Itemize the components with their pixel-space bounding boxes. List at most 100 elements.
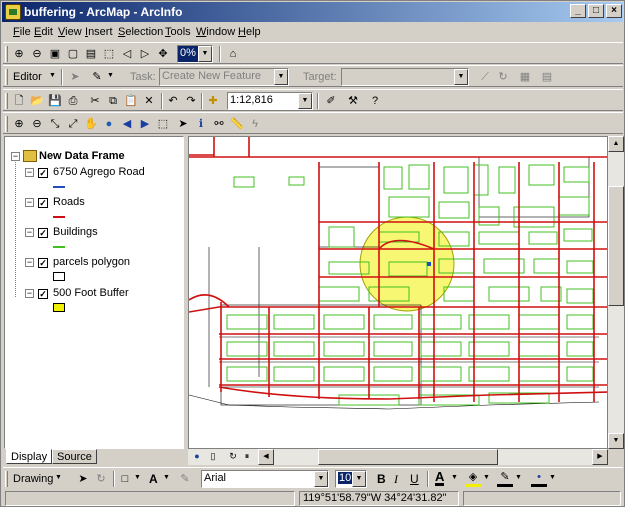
map-canvas[interactable] [189,137,608,449]
menu-window[interactable]: Window [196,26,235,38]
editor-menu-button[interactable]: Editor [13,71,42,83]
layer-visibility-checkbox[interactable]: ✓ [38,198,48,208]
new-document-icon[interactable]: 🗋 [11,93,27,109]
zoom-in-icon[interactable]: ⊕ [11,116,27,132]
scroll-right-button[interactable]: ▶ [592,449,608,465]
line-color-icon[interactable]: ✎ [497,471,513,487]
layout-pan-icon[interactable]: ✥ [155,46,171,62]
collapse-layer-icon[interactable]: − [25,289,34,298]
fill-color-icon[interactable]: ◈ [465,471,481,487]
zoom-100-icon[interactable]: ⬚ [101,46,117,62]
toggle-draft-mode-icon[interactable]: ⌂ [225,46,241,62]
select-features-icon[interactable]: ⬚ [155,116,171,132]
collapse-layer-icon[interactable]: − [25,258,34,267]
save-icon[interactable]: 💾 [47,93,63,109]
edit-tool-icon[interactable]: ➤ [67,69,83,85]
chevron-down-icon[interactable]: ▼ [198,46,212,62]
delete-icon[interactable]: ✕ [141,93,157,109]
layer-symbol-line[interactable] [53,246,65,248]
pan-hand-icon[interactable]: ✋ [83,116,99,132]
layout-view-icon[interactable]: ▯ [206,450,220,464]
scroll-left-button[interactable]: ◀ [258,449,274,465]
scroll-thumb[interactable] [318,449,498,465]
menu-edit[interactable]: Edit [34,26,53,38]
rotate-element-icon[interactable]: ↻ [93,471,109,487]
layer-visibility-checkbox[interactable]: ✓ [38,228,48,238]
toolbar-grip[interactable] [5,471,8,487]
full-extent-globe-icon[interactable]: ● [101,116,117,132]
fixed-zoom-out-icon[interactable]: ⤢ [65,116,81,132]
arctoolbox-icon[interactable]: ⚒ [345,93,361,109]
map-scale-combo[interactable]: 1:12,816 ▼ [227,92,313,110]
collapse-data-frame-icon[interactable]: − [11,152,20,161]
layer-name[interactable]: 500 Foot Buffer [53,287,129,301]
layer-symbol-box[interactable] [53,272,65,281]
font-name-combo[interactable]: Arial ▼ [201,470,329,488]
tab-display[interactable]: Display [6,449,53,464]
menu-selection[interactable]: Selection [118,26,163,38]
chevron-down-icon[interactable]: ▼ [314,471,328,487]
pause-drawing-icon[interactable]: ⏸ [240,450,254,464]
bold-button[interactable]: B [377,472,386,486]
minimize-button[interactable]: _ [570,4,586,18]
toolbar-grip[interactable] [5,116,8,132]
chevron-down-icon[interactable]: ▼ [451,474,458,481]
arcmap-app-icon[interactable] [5,4,21,20]
layer-name[interactable]: parcels polygon [53,256,130,270]
rectangle-tool-icon[interactable]: □ [117,471,133,487]
scroll-down-button[interactable]: ▼ [608,433,624,449]
editor-toolbar-icon[interactable]: ✐ [323,93,339,109]
select-elements-icon[interactable]: ➤ [75,471,91,487]
chevron-down-icon[interactable]: ▼ [163,474,170,481]
font-color-button[interactable]: A [435,470,445,486]
menu-view[interactable]: View [58,26,82,38]
collapse-layer-icon[interactable]: − [25,198,34,207]
whats-this-help-icon[interactable]: ? [367,93,383,109]
select-elements-icon[interactable]: ➤ [175,116,191,132]
menu-tools[interactable]: Tools [165,26,191,38]
find-binoculars-icon[interactable]: ⚯ [211,116,227,132]
layer-symbol-box[interactable] [53,303,65,312]
chevron-down-icon[interactable]: ▼ [515,474,522,481]
menu-file[interactable]: File [13,26,31,38]
data-frame-label[interactable]: New Data Frame [39,150,125,164]
buffer-polygon[interactable] [359,216,455,312]
collapse-layer-icon[interactable]: − [25,168,34,177]
hyperlink-icon[interactable]: ϟ [247,116,263,132]
chevron-down-icon[interactable]: ▼ [352,471,366,487]
copy-icon[interactable]: ⧉ [105,93,121,109]
chevron-down-icon[interactable]: ▼ [549,474,556,481]
layout-back-icon[interactable]: ◁ [119,46,135,62]
refresh-view-icon[interactable]: ↻ [226,450,240,464]
maximize-button[interactable]: □ [588,4,604,18]
forward-arrow-icon[interactable]: ▶ [137,116,153,132]
layer-visibility-checkbox[interactable]: ✓ [38,258,48,268]
toolbar-grip[interactable] [5,93,8,109]
chevron-down-icon[interactable]: ▼ [49,72,56,79]
layout-forward-icon[interactable]: ▷ [137,46,153,62]
layer-symbol-line[interactable] [53,186,65,188]
zoom-out-icon[interactable]: ⊖ [29,116,45,132]
chevron-down-icon[interactable]: ▼ [55,474,62,481]
layer-name[interactable]: Roads [53,196,85,210]
back-arrow-icon[interactable]: ◀ [119,116,135,132]
print-icon[interactable]: ⎙ [65,93,81,109]
sketch-tool-icon[interactable]: ✎ [89,69,105,85]
add-data-icon[interactable]: ✚ [205,93,221,109]
layer-visibility-checkbox[interactable]: ✓ [38,168,48,178]
chevron-down-icon[interactable]: ▼ [298,93,312,109]
tab-source[interactable]: Source [52,449,97,464]
cut-icon[interactable]: ✂ [87,93,103,109]
layout-zoom-out-icon[interactable]: ⊖ [29,46,45,62]
menu-insert[interactable]: Insert [85,26,113,38]
layout-fixed-zoom-out-icon[interactable]: ▢ [65,46,81,62]
marker-color-icon[interactable]: • [531,471,547,487]
data-view-icon[interactable]: ● [190,450,204,464]
chevron-down-icon[interactable]: ▼ [483,474,490,481]
edit-vertices-icon[interactable]: ✎ [177,471,193,487]
layout-zoom-combo[interactable]: 0% ▼ [177,45,213,63]
italic-button[interactable]: I [394,472,398,487]
layout-zoom-in-icon[interactable]: ⊕ [11,46,27,62]
chevron-down-icon[interactable]: ▼ [107,72,114,79]
toolbar-grip[interactable] [5,69,8,85]
